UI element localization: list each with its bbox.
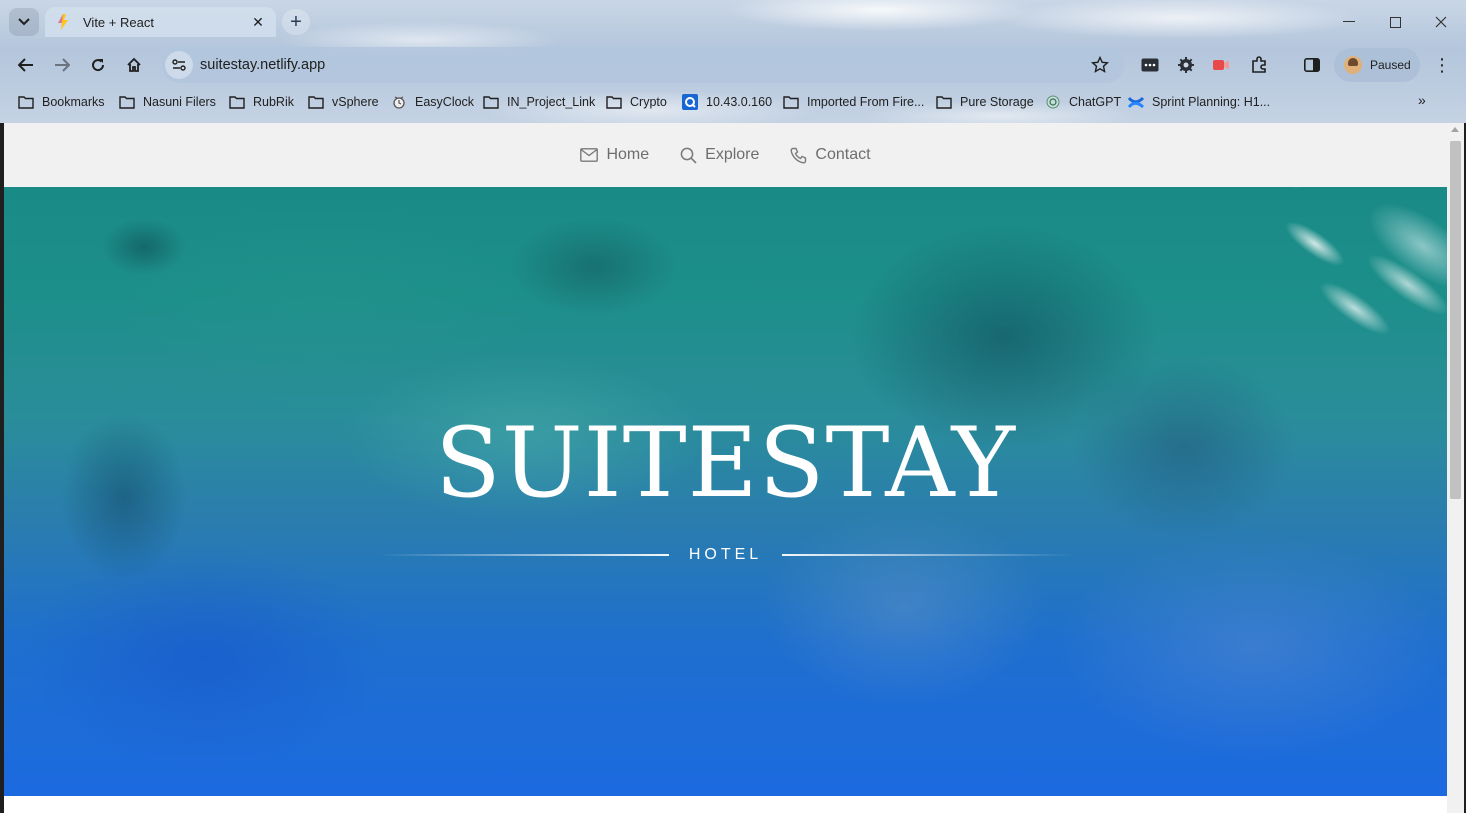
bookmark-item[interactable]: RubRik [229, 92, 294, 112]
bookmark-label: IN_Project_Link [507, 95, 596, 109]
bookmark-label: Nasuni Filers [143, 95, 216, 109]
forward-button[interactable] [48, 51, 76, 79]
bookmark-label: 10.43.0.160 [706, 95, 773, 109]
tab-search-button[interactable] [9, 8, 39, 36]
close-icon [1435, 16, 1447, 28]
scrollbar-thumb[interactable] [1450, 141, 1461, 499]
tab-strip: Vite + React ✕ + [0, 0, 1466, 44]
window-close-button[interactable] [1418, 8, 1464, 36]
browser-toolbar: suitestay.netlify.app Paused ⋮ [0, 44, 1466, 86]
minimize-icon [1343, 21, 1355, 22]
bookmark-label: EasyClock [415, 95, 475, 109]
bookmark-item[interactable]: Bookmarks [18, 92, 105, 112]
bookmark-item[interactable]: 10.43.0.160 [682, 92, 772, 112]
clock-icon [391, 94, 407, 110]
maximize-icon [1389, 16, 1401, 28]
vite-icon [55, 14, 71, 30]
hero-title: SUITESTAY [434, 407, 1017, 519]
bookmark-label: ChatGPT [1069, 95, 1122, 109]
hero-banner: SUITESTAY HOTEL [4, 187, 1447, 796]
nav-explore-label: Explore [705, 146, 760, 163]
bookmark-label: Bookmarks [42, 95, 105, 109]
extension-dots-icon[interactable] [1137, 53, 1163, 77]
phone-icon [789, 146, 807, 164]
bookmark-star-icon[interactable] [1088, 56, 1112, 74]
chevron-down-icon [18, 18, 30, 26]
folder-icon [18, 94, 34, 110]
folder-icon [483, 94, 499, 110]
avatar [1344, 56, 1362, 74]
wave-foam-decoration [1162, 187, 1447, 407]
arrow-right-icon [55, 58, 70, 72]
folder-icon [229, 94, 245, 110]
site-navbar: Home Explore Contact [4, 123, 1447, 187]
folder-icon [936, 94, 952, 110]
browser-menu-icon[interactable]: ⋮ [1430, 53, 1454, 77]
nav-contact-link[interactable]: Contact [789, 146, 871, 164]
search-icon [679, 146, 697, 164]
nav-home-label: Home [606, 146, 650, 163]
bookmarks-bar: Bookmarks Nasuni Filers RubRik vSphere E… [0, 88, 1466, 116]
chatgpt-icon [1045, 94, 1061, 110]
bookmark-item[interactable]: Nasuni Filers [119, 92, 216, 112]
bookmark-label: Crypto [630, 95, 667, 109]
new-tab-button[interactable]: + [282, 9, 310, 35]
back-button[interactable] [12, 51, 40, 79]
bookmark-item[interactable]: IN_Project_Link [483, 92, 595, 112]
browser-chrome: Vite + React ✕ + suitestay.netlify.app P… [0, 0, 1466, 123]
close-icon[interactable]: ✕ [250, 14, 266, 31]
hero-subtitle-row: HOTEL [4, 546, 1447, 564]
profile-status-label: Paused [1370, 58, 1411, 72]
bookmark-item[interactable]: EasyClock [391, 92, 474, 112]
profile-button[interactable]: Paused [1334, 48, 1420, 82]
nav-explore-link[interactable]: Explore [679, 146, 759, 164]
address-bar[interactable]: suitestay.netlify.app [162, 47, 1124, 83]
confluence-icon [1128, 94, 1144, 110]
nav-contact-label: Contact [815, 146, 871, 163]
folder-icon [119, 94, 135, 110]
folder-icon [606, 94, 622, 110]
tab-active[interactable]: Vite + React ✕ [45, 7, 276, 37]
bookmark-item[interactable]: Sprint Planning: H1... [1128, 92, 1270, 112]
reload-button[interactable] [84, 51, 112, 79]
bookmark-label: Imported From Fire... [807, 95, 925, 109]
reload-icon [92, 59, 105, 72]
site-info-icon[interactable] [165, 51, 193, 79]
scroll-up-arrow-icon[interactable] [1451, 127, 1459, 132]
bookmark-item[interactable]: vSphere [308, 92, 379, 112]
bookmark-label: Sprint Planning: H1... [1152, 95, 1271, 109]
url-text[interactable]: suitestay.netlify.app [200, 57, 1088, 73]
maximize-button[interactable] [1372, 8, 1418, 36]
minimize-button[interactable] [1326, 8, 1372, 36]
home-icon [127, 57, 141, 72]
nav-home-link[interactable]: Home [580, 146, 649, 164]
home-button[interactable] [120, 51, 148, 79]
bookmark-label: vSphere [332, 95, 379, 109]
q-icon [682, 94, 698, 110]
bookmark-label: RubRik [253, 95, 294, 109]
page-viewport: Home Explore Contact SUITESTAY HOTEL [4, 123, 1464, 813]
mail-icon [580, 146, 599, 164]
arrow-left-icon [18, 58, 33, 72]
extension-gear-icon[interactable] [1173, 53, 1199, 77]
folder-icon [783, 94, 799, 110]
tab-title: Vite + React [83, 14, 154, 30]
hero-subtitle: HOTEL [688, 546, 763, 563]
side-panel-icon[interactable] [1299, 53, 1325, 77]
bookmark-item[interactable]: Pure Storage [936, 92, 1034, 112]
page-scrollbar[interactable] [1447, 123, 1464, 813]
extensions-puzzle-icon[interactable] [1246, 53, 1272, 77]
divider-line-left [378, 554, 669, 556]
bookmark-item[interactable]: Crypto [606, 92, 667, 112]
bookmarks-overflow-button[interactable]: » [1418, 92, 1426, 108]
bookmark-item[interactable]: Imported From Fire... [783, 92, 924, 112]
bookmark-item[interactable]: ChatGPT [1045, 92, 1121, 112]
folder-icon [308, 94, 324, 110]
bookmark-label: Pure Storage [960, 95, 1034, 109]
divider-line-right [782, 554, 1073, 556]
extension-record-icon[interactable] [1208, 53, 1234, 77]
